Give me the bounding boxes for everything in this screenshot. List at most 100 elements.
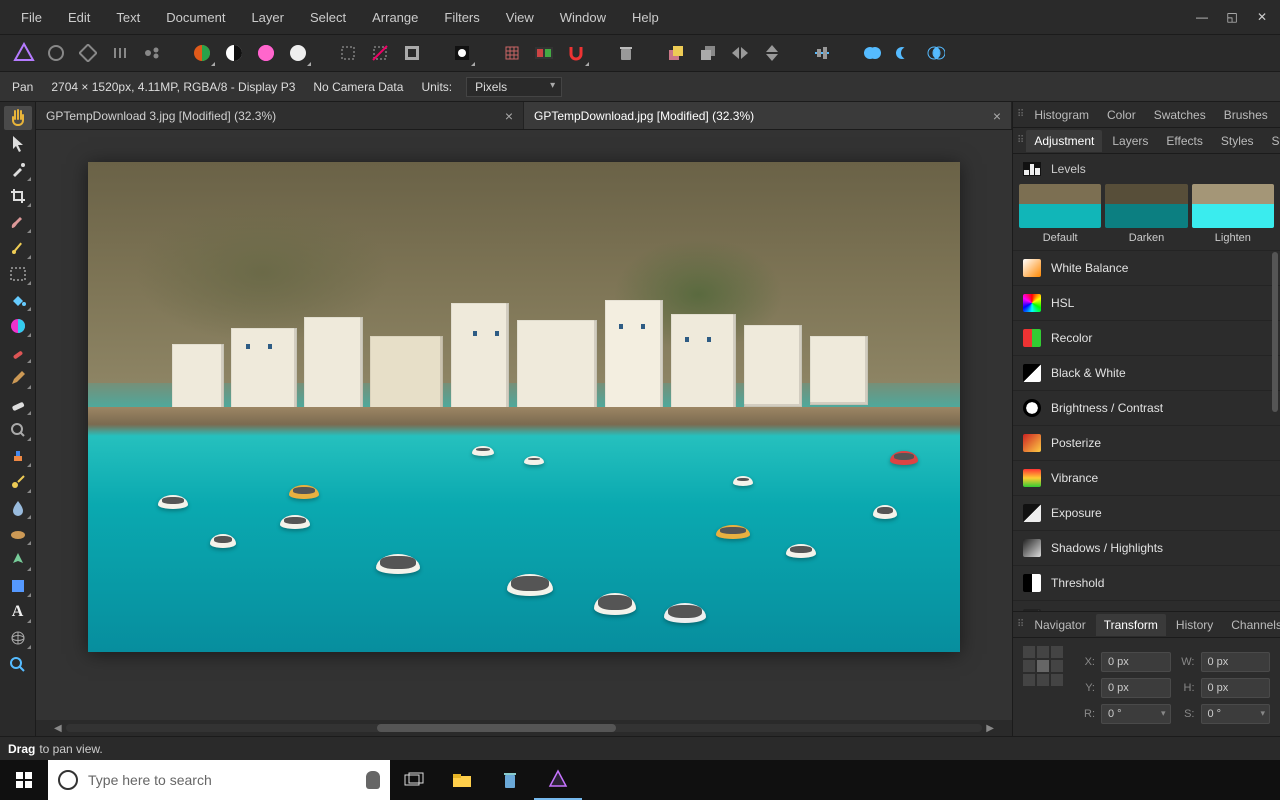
document-tab-1[interactable]: GPTempDownload.jpg [Modified] (32.3%) × <box>524 102 1012 129</box>
tab-navigator[interactable]: Navigator <box>1026 614 1093 636</box>
flip-v-icon[interactable] <box>758 39 786 67</box>
selection-invert-icon[interactable] <box>398 39 426 67</box>
pen-eraser-tool[interactable] <box>4 340 32 364</box>
tab-histogram[interactable]: Histogram <box>1026 104 1097 126</box>
tab-transform[interactable]: Transform <box>1096 614 1166 636</box>
document-tab-0[interactable]: GPTempDownload 3.jpg [Modified] (32.3%) … <box>36 102 524 129</box>
smudge-tool[interactable] <box>4 496 32 520</box>
quick-mask-icon[interactable] <box>448 39 476 67</box>
adj-shadows-highlights[interactable]: Shadows / Highlights <box>1013 530 1280 565</box>
adj-recolor[interactable]: Recolor <box>1013 320 1280 355</box>
boolean-subtract-icon[interactable] <box>890 39 918 67</box>
affinity-app-icon[interactable] <box>534 760 582 800</box>
panel-grip-icon[interactable]: ⠿ <box>1017 109 1024 120</box>
panel-scrollbar[interactable] <box>1272 252 1278 412</box>
adj-hsl[interactable]: HSL <box>1013 285 1280 320</box>
transform-y[interactable]: 0 px <box>1101 678 1171 698</box>
pencil-tool[interactable] <box>4 366 32 390</box>
transform-s[interactable]: 0 ° <box>1201 704 1271 724</box>
menu-text[interactable]: Text <box>103 6 153 29</box>
persona-develop-icon[interactable] <box>74 39 102 67</box>
align-panel-icon[interactable] <box>808 39 836 67</box>
canvas-viewport[interactable] <box>36 130 1012 720</box>
vector-pen-tool[interactable] <box>4 548 32 572</box>
dodge-burn-tool[interactable] <box>4 470 32 494</box>
tab-swatches[interactable]: Swatches <box>1146 104 1214 126</box>
transform-x[interactable]: 0 px <box>1101 652 1171 672</box>
transform-w[interactable]: 0 px <box>1201 652 1271 672</box>
adj-posterize[interactable]: Posterize <box>1013 425 1280 460</box>
flip-h-icon[interactable] <box>726 39 754 67</box>
zoom-blur-tool[interactable] <box>4 418 32 442</box>
snapping-magnet-icon[interactable] <box>562 39 590 67</box>
selection-marquee-icon[interactable] <box>334 39 362 67</box>
selection-deselect-icon[interactable] <box>366 39 394 67</box>
taskbar-search[interactable]: Type here to search <box>48 760 390 800</box>
preset-darken[interactable]: Darken <box>1105 184 1187 244</box>
close-tab-icon[interactable]: × <box>993 108 1001 124</box>
adj-curves[interactable]: Curves <box>1013 600 1280 611</box>
mesh-tool[interactable] <box>4 626 32 650</box>
file-explorer-icon[interactable] <box>438 760 486 800</box>
gradient-tool[interactable] <box>4 314 32 338</box>
tab-brushes[interactable]: Brushes <box>1216 104 1276 126</box>
adj-exposure[interactable]: Exposure <box>1013 495 1280 530</box>
arrange-front-icon[interactable] <box>662 39 690 67</box>
menu-view[interactable]: View <box>493 6 547 29</box>
tab-effects[interactable]: Effects <box>1158 130 1210 152</box>
tab-channels[interactable]: Channels <box>1223 614 1280 636</box>
scroll-left-icon[interactable]: ◀ <box>50 723 66 734</box>
sponge-tool[interactable] <box>4 522 32 546</box>
units-dropdown[interactable]: Pixels <box>466 77 562 97</box>
menu-help[interactable]: Help <box>619 6 672 29</box>
boolean-intersect-icon[interactable] <box>922 39 950 67</box>
grid-toggle-icon[interactable] <box>498 39 526 67</box>
healing-tool[interactable] <box>4 236 32 260</box>
tab-stock[interactable]: Stock <box>1264 130 1280 152</box>
adj-vibrance[interactable]: Vibrance <box>1013 460 1280 495</box>
panel-grip-icon[interactable]: ⠿ <box>1017 619 1024 630</box>
color-picker-icon[interactable] <box>188 39 216 67</box>
window-close[interactable]: ✕ <box>1252 9 1272 25</box>
app-logo-icon[interactable] <box>10 39 38 67</box>
adj-white-balance[interactable]: White Balance <box>1013 250 1280 285</box>
preset-lighten[interactable]: Lighten <box>1192 184 1274 244</box>
clone-tool[interactable] <box>4 444 32 468</box>
pixel-align-icon[interactable] <box>530 39 558 67</box>
transform-h[interactable]: 0 px <box>1201 678 1271 698</box>
color-wheel-icon[interactable] <box>252 39 280 67</box>
crop-tool[interactable] <box>4 184 32 208</box>
boolean-add-icon[interactable] <box>858 39 886 67</box>
tab-history[interactable]: History <box>1168 614 1221 636</box>
delete-icon[interactable] <box>612 39 640 67</box>
scroll-thumb[interactable] <box>377 724 615 732</box>
menu-filters[interactable]: Filters <box>431 6 492 29</box>
adj-black-white[interactable]: Black & White <box>1013 355 1280 390</box>
tab-adjustment[interactable]: Adjustment <box>1026 130 1102 152</box>
menu-layer[interactable]: Layer <box>238 6 297 29</box>
task-view-icon[interactable] <box>390 760 438 800</box>
pan-tool[interactable] <box>4 106 32 130</box>
marquee-tool[interactable] <box>4 262 32 286</box>
preset-default[interactable]: Default <box>1019 184 1101 244</box>
soft-proof-icon[interactable] <box>284 39 312 67</box>
bw-contrast-icon[interactable] <box>220 39 248 67</box>
close-tab-icon[interactable]: × <box>505 108 513 124</box>
arrange-back-icon[interactable] <box>694 39 722 67</box>
adjustment-list[interactable]: White Balance HSL Recolor Black & White … <box>1013 250 1280 611</box>
panel-grip-icon[interactable]: ⠿ <box>1017 135 1024 146</box>
recycle-bin-icon[interactable] <box>486 760 534 800</box>
text-tool[interactable]: A <box>4 600 32 624</box>
flood-fill-tool[interactable] <box>4 288 32 312</box>
menu-file[interactable]: File <box>8 6 55 29</box>
mic-icon[interactable] <box>366 771 380 789</box>
menu-arrange[interactable]: Arrange <box>359 6 431 29</box>
color-picker-tool[interactable] <box>4 158 32 182</box>
adj-brightness-contrast[interactable]: Brightness / Contrast <box>1013 390 1280 425</box>
start-button[interactable] <box>0 760 48 800</box>
persona-tone-icon[interactable] <box>106 39 134 67</box>
transform-r[interactable]: 0 ° <box>1101 704 1171 724</box>
horizontal-scrollbar[interactable]: ◀ ▶ <box>36 720 1012 736</box>
tab-layers[interactable]: Layers <box>1104 130 1156 152</box>
menu-edit[interactable]: Edit <box>55 6 103 29</box>
